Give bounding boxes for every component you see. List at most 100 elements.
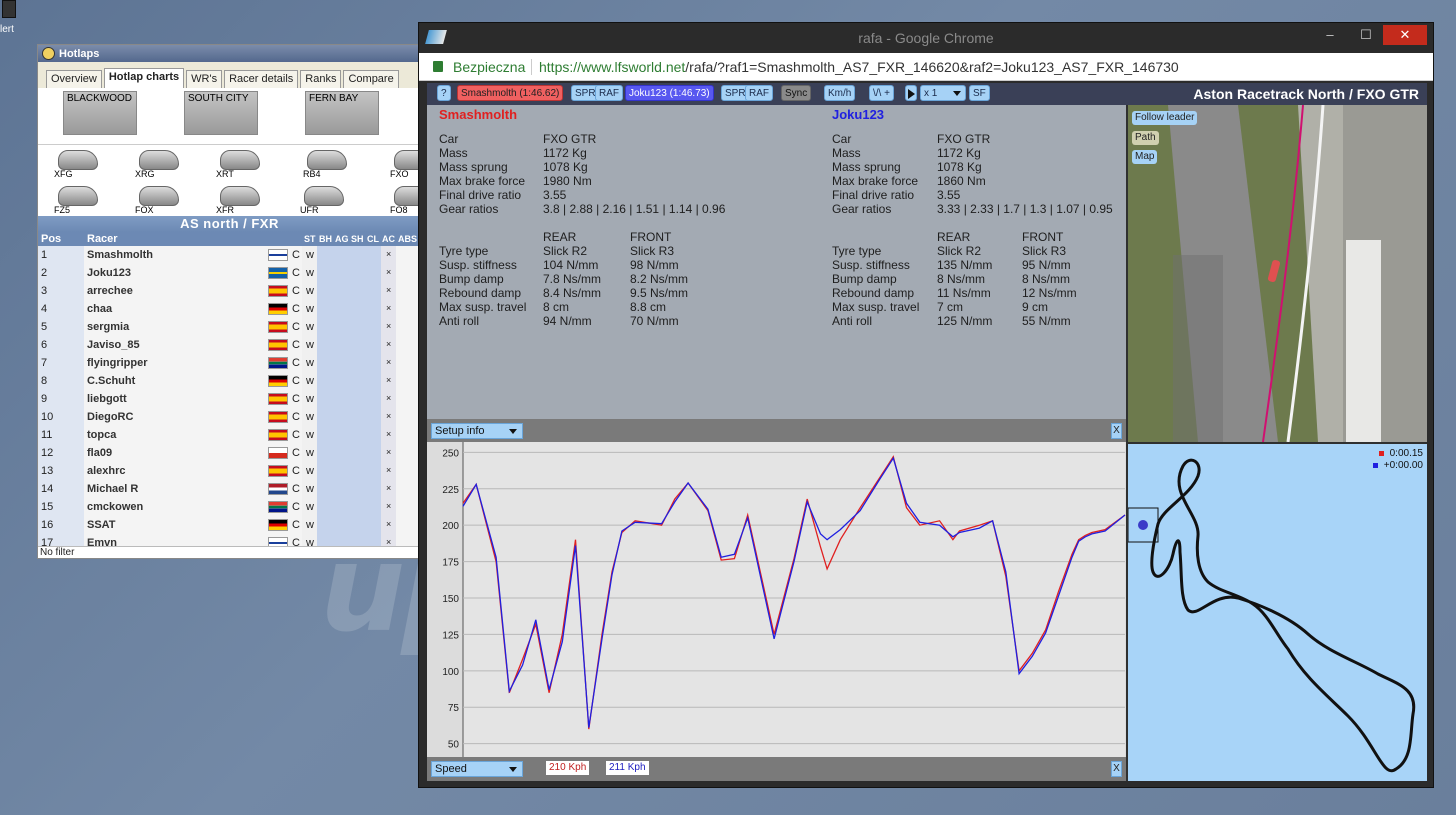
tab-racer-details[interactable]: Racer details [224,70,299,88]
tab-compare[interactable]: Compare [343,70,399,88]
col-abs[interactable]: ABS [398,234,417,244]
col-sh[interactable]: SH [351,234,364,244]
table-row[interactable]: 7 flyingripper Cw × [38,354,421,372]
table-row[interactable]: 9 liebgott Cw × [38,390,421,408]
table-row[interactable]: 5 sergmia Cw × [38,318,421,336]
car-xrg[interactable]: XRG [135,147,181,179]
racer-name[interactable]: topca [87,429,116,441]
racer-name[interactable]: flyingripper [87,357,148,369]
table-row[interactable]: 6 Javiso_85 Cw × [38,336,421,354]
close-setup-button[interactable]: X [1111,423,1122,439]
racer-name[interactable]: SSAT [87,519,116,531]
row-st: C [292,501,300,513]
filter-status: No filter [38,546,421,558]
track-south-city[interactable]: SOUTH CITY [184,91,258,135]
setup-info-select[interactable]: Setup info [431,423,523,439]
units-button[interactable]: Km/h [824,85,856,101]
racer-name[interactable]: cmckowen [87,501,143,513]
sync-button[interactable]: Sync [781,85,812,101]
car-fz5[interactable]: FZ5 [54,183,100,215]
col-st[interactable]: ST [304,234,316,244]
row-st: C [292,285,300,297]
camera-view[interactable]: Follow leader Path Map [1128,105,1427,442]
close-icon[interactable]: ✕ [1383,25,1427,45]
col-bh[interactable]: BH [319,234,332,244]
url-text[interactable]: https://www.lfsworld.net/rafa/?raf1=Smas… [539,53,1179,81]
hotlaps-titlebar[interactable]: Hotlaps [38,45,421,62]
racer-name[interactable]: fla09 [87,447,112,459]
racer-name[interactable]: C.Schuht [87,375,135,387]
y-tick-label: 75 [448,703,460,714]
table-row[interactable]: 10 DiegoRC Cw × [38,408,421,426]
table-row[interactable]: 1 Smashmolth Cw × [38,246,421,264]
desktop-icon[interactable]: lert [0,0,20,36]
racer-name[interactable]: Michael R [87,483,138,495]
tab-hotlap-charts[interactable]: Hotlap charts [103,68,185,88]
y-tick-label: 100 [442,667,459,678]
racer-name[interactable]: chaa [87,303,112,315]
row-ag: w [306,375,314,387]
table-row[interactable]: 4 chaa Cw × [38,300,421,318]
row-ac: × [386,285,392,295]
address-bar[interactable]: Bezpieczna https://www.lfsworld.net/rafa… [419,53,1433,81]
speed-graph[interactable]: 250 225 200 175 150 125 100 75 50 [427,442,1126,757]
table-row[interactable]: 14 Michael R Cw × [38,480,421,498]
track-map[interactable]: 0:00.15 +0:00.00 [1128,444,1427,781]
playback-speed-select[interactable]: x 1 [920,85,966,101]
car-xrt[interactable]: XRT [216,147,262,179]
tab-overview[interactable]: Overview [46,70,102,88]
track-fern-bay[interactable]: FERN BAY [305,91,379,135]
table-row[interactable]: 12 fla09 Cw × [38,444,421,462]
tab-ranks[interactable]: Ranks [300,70,342,88]
car-fox[interactable]: FOX [135,183,181,215]
table-row[interactable]: 8 C.Schuht Cw × [38,372,421,390]
driver2-raf-button[interactable]: RAF [745,85,773,101]
racer-name[interactable]: Smashmolth [87,249,153,261]
close-graph-button[interactable]: X [1111,761,1122,777]
racer-name[interactable]: Javiso_85 [87,339,140,351]
maximize-icon[interactable]: ☐ [1351,25,1381,45]
col-ag[interactable]: AG [335,234,349,244]
minimize-icon[interactable]: – [1315,25,1345,45]
help-button[interactable]: ? [437,85,451,101]
sf-button[interactable]: SF [969,85,990,101]
racer-name[interactable]: liebgott [87,393,127,405]
graph-type-select[interactable]: Speed [431,761,523,777]
row-st: C [292,339,300,351]
row-ag: w [306,393,314,405]
col-cl[interactable]: CL [367,234,379,244]
table-row[interactable]: 15 cmckowen Cw × [38,498,421,516]
table-row[interactable]: 2 Joku123 Cw × [38,264,421,282]
row-st: C [292,519,300,531]
car-icon [1267,260,1281,282]
country-flag-icon [268,321,288,333]
racer-name[interactable]: arrechee [87,285,133,297]
table-row[interactable]: 13 alexhrc Cw × [38,462,421,480]
car-xfr[interactable]: XFR [216,183,262,215]
tab-wrs[interactable]: WR's [186,70,223,88]
car-rb4[interactable]: RB4 [303,147,349,179]
driver1-raf-button[interactable]: RAF [595,85,623,101]
path-button[interactable]: Path [1132,131,1159,145]
driver1-button[interactable]: Smashmolth (1:46.62) [457,85,564,101]
col-racer[interactable]: Racer [87,233,118,245]
col-ac[interactable]: AC [382,234,395,244]
track-blackwood[interactable]: BLACKWOOD [63,91,137,135]
table-row[interactable]: 16 SSAT Cw × [38,516,421,534]
racer-name[interactable]: alexhrc [87,465,126,477]
table-row[interactable]: 3 arrechee Cw × [38,282,421,300]
car-xfg[interactable]: XFG [54,147,100,179]
follow-leader-button[interactable]: Follow leader [1132,111,1198,125]
map-button[interactable]: Map [1132,150,1158,164]
chrome-titlebar[interactable]: rafa - Google Chrome – ☐ ✕ [419,23,1433,53]
racer-name[interactable]: Joku123 [87,267,131,279]
racer-name[interactable]: sergmia [87,321,129,333]
racer-name[interactable]: DiegoRC [87,411,133,423]
zoom-button[interactable]: \/\ + [869,85,894,101]
driver2-button[interactable]: Joku123 (1:46.73) [625,85,714,101]
table-row[interactable]: 11 topca Cw × [38,426,421,444]
car-ufr[interactable]: UFR [300,183,346,215]
row-ac: × [386,411,392,421]
play-button[interactable] [905,85,917,101]
col-pos[interactable]: Pos [41,233,61,245]
